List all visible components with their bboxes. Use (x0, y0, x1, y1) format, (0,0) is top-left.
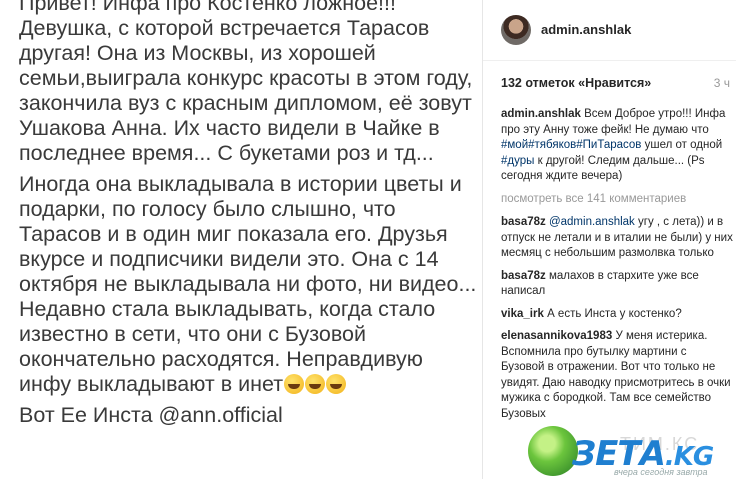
comment-username[interactable]: vika_irk (501, 308, 544, 320)
post-time[interactable]: 3 ч (714, 76, 730, 90)
comment-item: elenasannikova1983 У меня истерика. Вспо… (501, 329, 733, 422)
watermark-tagline: вчера сегодня завтра (614, 467, 708, 477)
comments-list: admin.anshlak Всем Доброе утро!!! Инфа п… (501, 107, 733, 429)
caption-text-2: ушел от одной (644, 139, 723, 151)
story-paragraph-2: Иногда она выкладывала в истории цветы и… (19, 172, 479, 397)
comment-text: А есть Инста у костенко? (547, 307, 682, 320)
comment-username[interactable]: basa78z (501, 216, 546, 228)
avatar[interactable] (501, 15, 531, 45)
comment-mention[interactable]: @admin.anshlak (549, 216, 635, 228)
story-text: Привет! Инфа про Костенко ложное!!! Деву… (19, 0, 479, 434)
comment-item: basa78z @admin.anshlak угу , с лета)) и … (501, 215, 733, 262)
post-username[interactable]: admin.anshlak (541, 22, 631, 37)
hashtag-link[interactable]: #ПиТарасов (576, 139, 641, 151)
likes-count[interactable]: 132 отметок «Нравится» (501, 76, 651, 90)
caption: admin.anshlak Всем Доброе утро!!! Инфа п… (501, 107, 733, 185)
post-sidebar: admin.anshlak 132 отметок «Нравится» 3 ч… (483, 0, 736, 479)
story-insta-prefix: Вот Ее Инста (19, 403, 153, 427)
story-insta-handle: @ann.official (158, 403, 283, 427)
story-paragraph-1: Привет! Инфа про Костенко ложное!!! Деву… (19, 0, 473, 165)
comment-username[interactable]: elenasannikova1983 (501, 330, 612, 342)
comment-item: vika_irk А есть Инста у костенко? (501, 307, 733, 323)
laughing-emoji-icon (326, 374, 347, 394)
story-paragraph-2-text: Иногда она выкладывала в истории цветы и… (19, 172, 477, 396)
comment-username[interactable]: basa78z (501, 270, 546, 282)
laughing-emoji-icon (284, 374, 305, 394)
story-paragraph-3: Вот Ее Инста @ann.official (19, 403, 479, 428)
hashtag-link[interactable]: #тябяков (528, 139, 576, 151)
hashtag-link[interactable]: #мой (501, 139, 528, 151)
caption-username[interactable]: admin.anshlak (501, 108, 581, 120)
post-image: Привет! Инфа про Костенко ложное!!! Деву… (0, 0, 482, 479)
laughing-emoji-icon (305, 374, 326, 394)
comment-item: basa78z малахов в стархите уже все напис… (501, 269, 733, 300)
comment-text: У меня истерика. Вспомнила про бутылку м… (501, 330, 731, 420)
globe-icon (528, 426, 578, 476)
view-all-comments-link[interactable]: посмотреть все 141 комментариев (501, 192, 733, 208)
hashtag-link[interactable]: #дуры (501, 155, 534, 167)
post-header: admin.anshlak (483, 0, 736, 61)
watermark-logo: ТИМ.КС ЗЕТА.KG вчера сегодня завтра (510, 426, 736, 479)
